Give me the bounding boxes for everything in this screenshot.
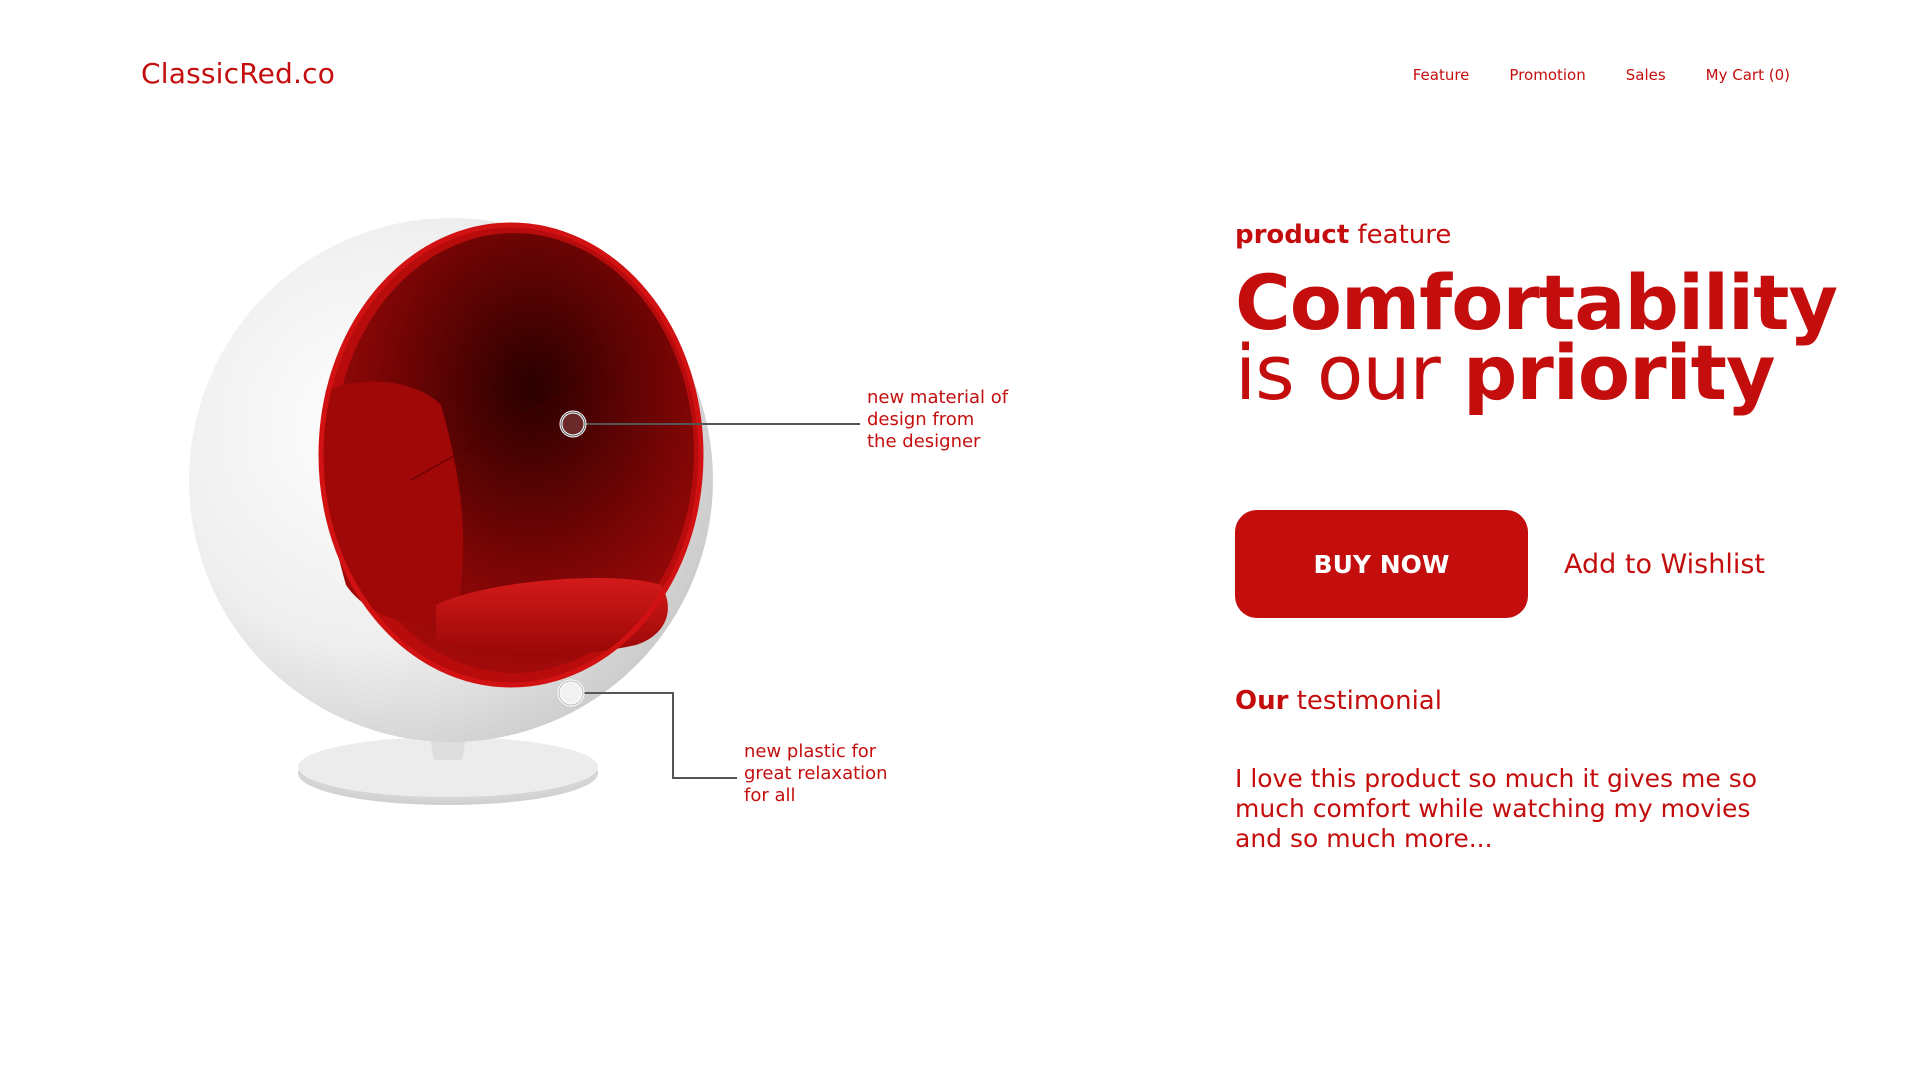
callout-plastic: new plastic for great relaxation for all bbox=[744, 741, 888, 806]
eyebrow-rest: feature bbox=[1349, 220, 1452, 250]
brand-logo[interactable]: ClassicRed.co bbox=[141, 57, 335, 90]
buy-now-button[interactable]: BUY NOW bbox=[1235, 510, 1528, 618]
product-page: ClassicRed.co Feature Promotion Sales My… bbox=[0, 0, 1920, 1080]
testimonial-title-bold: Our bbox=[1235, 686, 1289, 716]
nav-cart[interactable]: My Cart (0) bbox=[1706, 66, 1790, 84]
nav-promotion[interactable]: Promotion bbox=[1509, 66, 1585, 84]
nav-sales[interactable]: Sales bbox=[1626, 66, 1666, 84]
callout-material: new material of design from the designer bbox=[867, 387, 1009, 452]
testimonial-quote: I love this product so much it gives me … bbox=[1235, 764, 1758, 853]
eyebrow-bold: product bbox=[1235, 220, 1350, 250]
action-row: BUY NOW Add to Wishlist bbox=[1235, 510, 1835, 618]
product-info: product feature Comfortability is our pr… bbox=[1235, 220, 1838, 854]
nav-feature[interactable]: Feature bbox=[1413, 66, 1470, 84]
testimonial-heading: Our testimonial bbox=[1235, 686, 1835, 716]
section-eyebrow: product feature bbox=[1235, 220, 1835, 250]
add-to-wishlist-link[interactable]: Add to Wishlist bbox=[1564, 549, 1765, 580]
headline-line2-light: is our bbox=[1235, 328, 1463, 417]
top-nav: Feature Promotion Sales My Cart (0) bbox=[1413, 66, 1790, 84]
hero-headline: Comfortability is our priority bbox=[1235, 265, 1838, 411]
testimonial-title-rest: testimonial bbox=[1288, 686, 1442, 716]
ball-chair-image bbox=[186, 215, 726, 815]
headline-line2-bold: priority bbox=[1462, 328, 1776, 417]
